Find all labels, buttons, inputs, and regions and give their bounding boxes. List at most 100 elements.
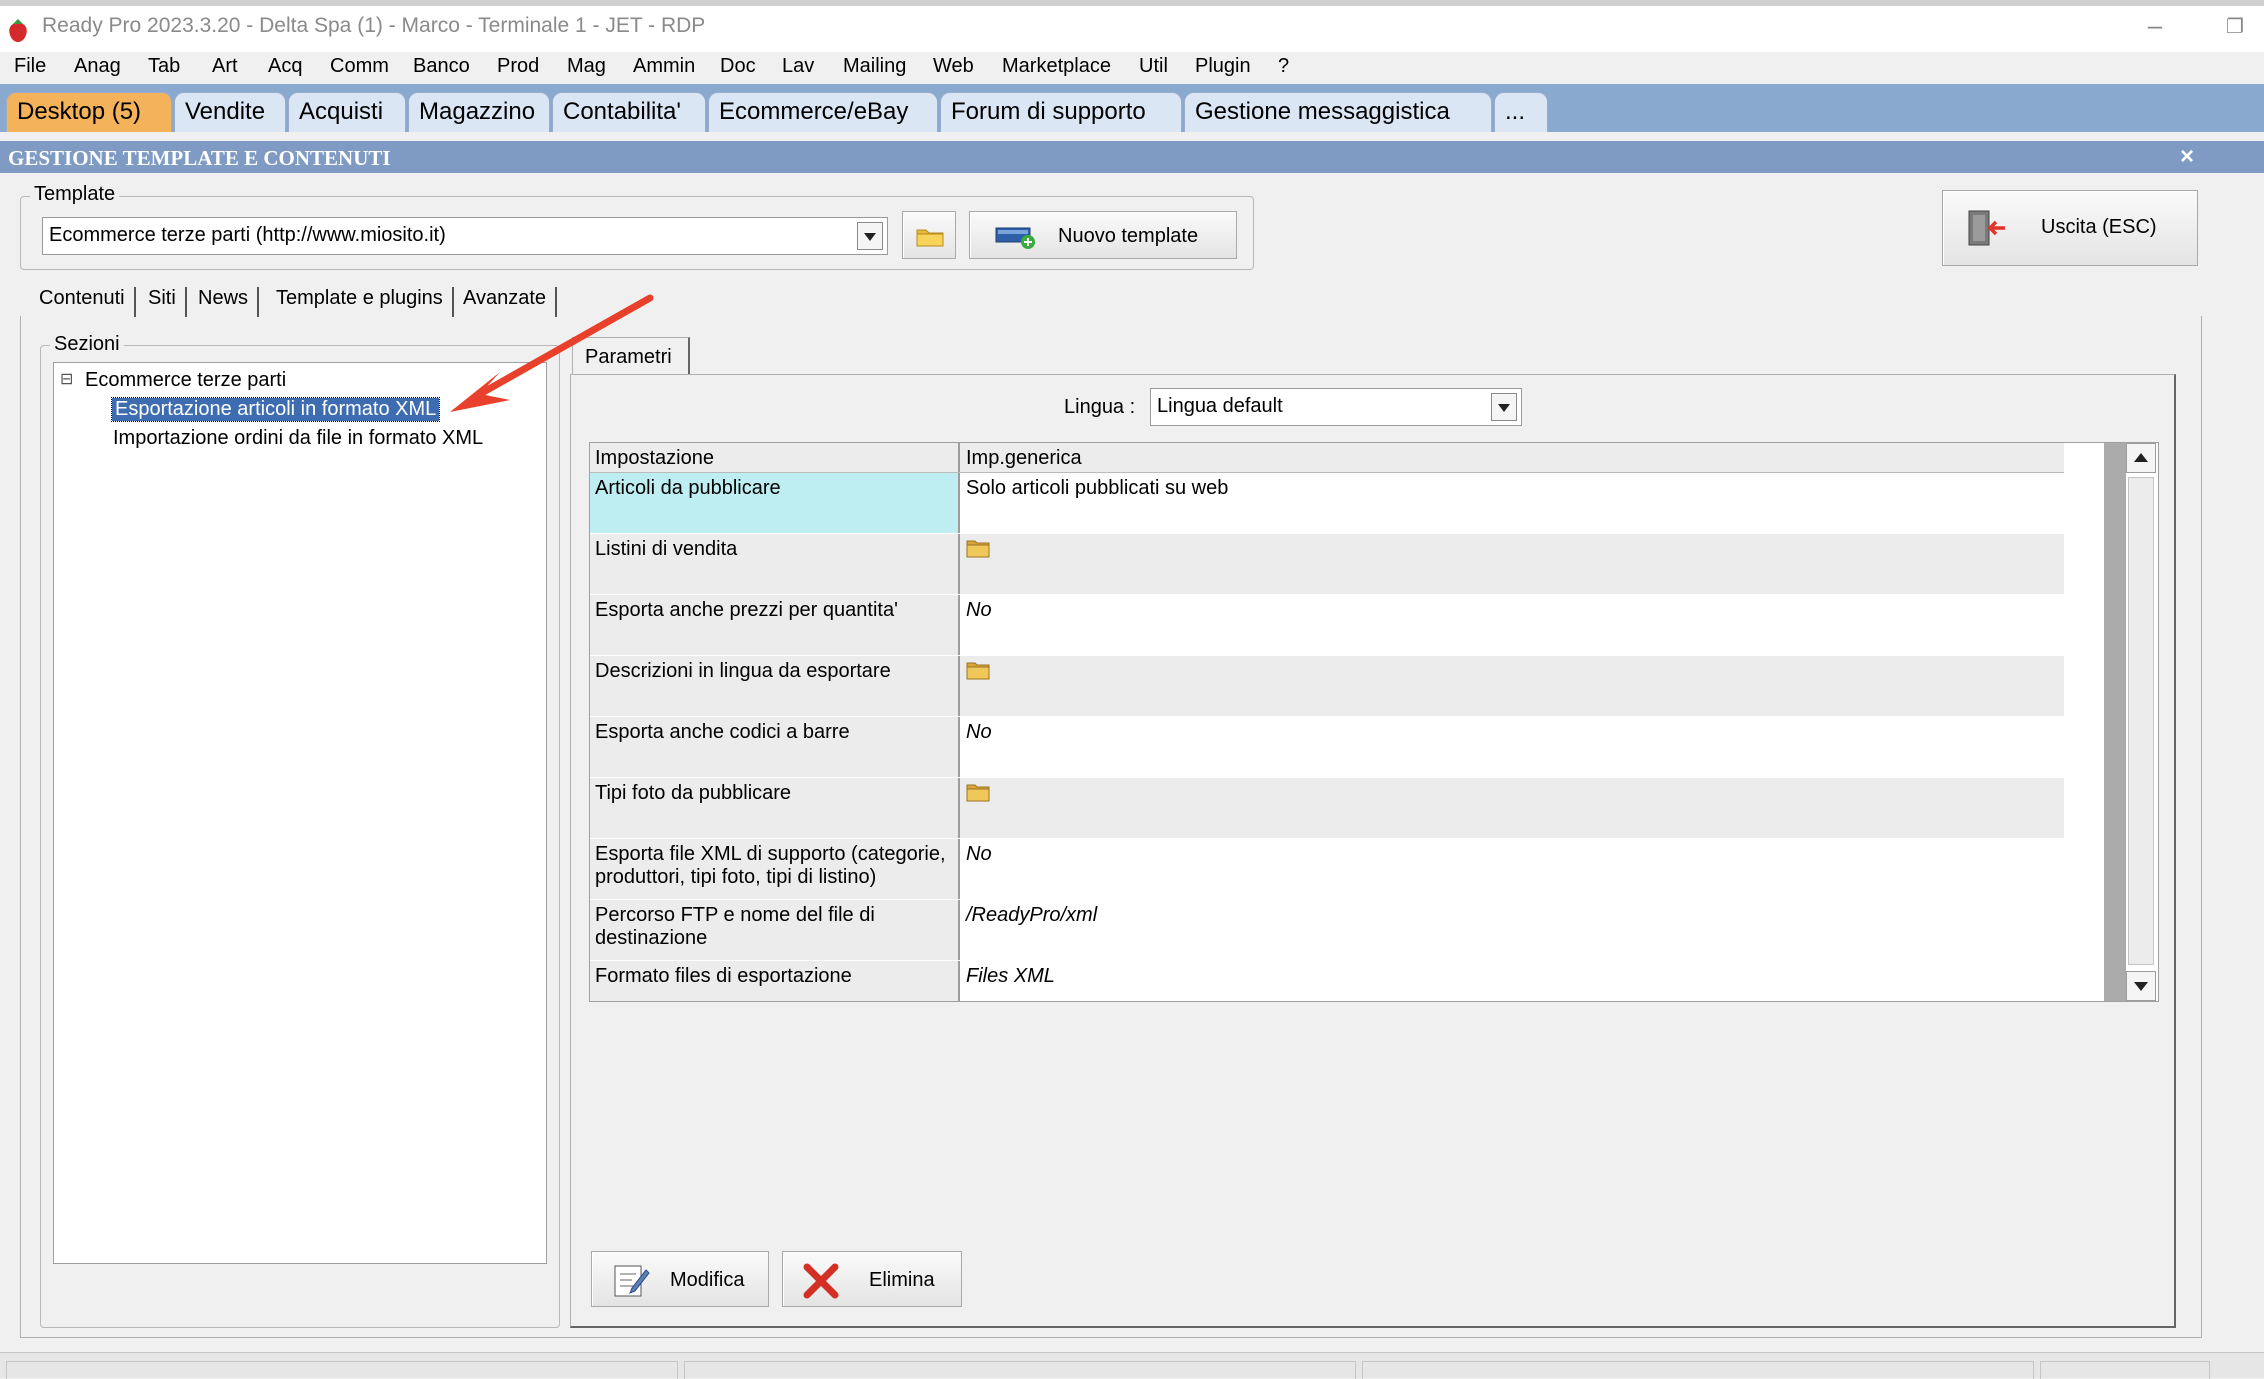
row-value[interactable] — [960, 656, 2064, 716]
table-row[interactable]: Formato files di esportazione Files XML — [590, 961, 2064, 1001]
annotation-arrow — [450, 294, 654, 412]
edit-icon — [614, 1265, 650, 1297]
tab-siti[interactable]: Siti — [148, 287, 187, 317]
language-select[interactable]: Lingua default — [1150, 388, 1522, 426]
status-panel — [684, 1361, 1356, 1379]
row-key: Listini di vendita — [590, 534, 960, 594]
menu-banco[interactable]: Banco — [413, 55, 470, 78]
language-label: Lingua : — [1064, 396, 1136, 418]
template-select-value: Ecommerce terze parti (http://www.miosit… — [49, 224, 446, 246]
exit-door-icon — [1968, 210, 2005, 246]
table-row[interactable]: Esporta anche prezzi per quantita' No — [590, 595, 2064, 655]
new-template-button[interactable]: Nuovo template — [969, 211, 1237, 259]
row-value[interactable]: No — [960, 717, 2064, 777]
close-icon[interactable]: × — [2180, 143, 2194, 171]
menu-marketplace[interactable]: Marketplace — [1002, 55, 1111, 78]
column-header-impostazione: Impostazione — [590, 443, 960, 472]
folder-icon[interactable] — [966, 538, 990, 558]
tree-item-importazione-ordini-xml[interactable]: Importazione ordini da file in formato X… — [113, 427, 483, 450]
open-folder-button[interactable] — [902, 211, 956, 259]
table-row[interactable]: Tipi foto da pubblicare — [590, 778, 2064, 838]
menu-web[interactable]: Web — [933, 55, 974, 78]
row-key: Descrizioni in lingua da esportare — [590, 656, 960, 716]
row-value[interactable]: No — [960, 839, 2064, 899]
folder-icon[interactable] — [966, 660, 990, 680]
row-value[interactable] — [960, 778, 2064, 838]
delete-label: Elimina — [869, 1269, 935, 1291]
row-key: Tipi foto da pubblicare — [590, 778, 960, 838]
grid-header: Impostazione Imp.generica — [590, 443, 2064, 473]
menu-acq[interactable]: Acq — [268, 55, 302, 78]
tab-vendite[interactable]: Vendite — [174, 92, 286, 132]
folder-icon — [916, 229, 944, 247]
vertical-scrollbar[interactable] — [2104, 443, 2158, 1001]
row-value[interactable] — [960, 534, 2064, 594]
column-header-imp-generica: Imp.generica — [960, 443, 2064, 472]
minimize-button[interactable]: – — [2138, 10, 2172, 40]
menu-mag[interactable]: Mag — [567, 55, 606, 78]
scroll-thumb[interactable] — [2128, 477, 2154, 965]
delete-x-icon — [803, 1263, 839, 1299]
table-row[interactable]: Listini di vendita — [590, 534, 2064, 594]
sections-tree: ⊟ Ecommerce terze parti Esportazione art… — [53, 362, 547, 1264]
tree-item-esportazione-articoli-xml[interactable]: Esportazione articoli in formato XML — [110, 397, 441, 422]
table-row[interactable]: Esporta file XML di supporto (categorie,… — [590, 839, 2064, 899]
row-value[interactable]: Files XML — [960, 961, 2064, 1001]
tab-news[interactable]: News — [198, 287, 260, 317]
menu-file[interactable]: File — [14, 55, 46, 78]
tab-ecommerce-ebay[interactable]: Ecommerce/eBay — [708, 92, 938, 132]
menu-mailing[interactable]: Mailing — [843, 55, 906, 78]
language-select-value: Lingua default — [1157, 395, 1283, 417]
row-key: Articoli da pubblicare — [590, 473, 960, 533]
tab-magazzino[interactable]: Magazzino — [408, 92, 550, 132]
menu-plugin[interactable]: Plugin — [1195, 55, 1251, 78]
menu-help[interactable]: ? — [1278, 55, 1289, 78]
menu-doc[interactable]: Doc — [720, 55, 756, 78]
tab-template-e-plugins[interactable]: Template e plugins — [276, 287, 454, 317]
menu-bar: File Anag Tab Art Acq Comm Banco Prod Ma… — [0, 52, 2264, 84]
tab-contenuti[interactable]: Contenuti — [39, 287, 136, 317]
scroll-down-icon[interactable] — [2126, 971, 2156, 1001]
title-bar: Ready Pro 2023.3.20 - Delta Spa (1) - Ma… — [0, 0, 2264, 52]
restore-button[interactable]: ❐ — [2218, 14, 2252, 44]
menu-art[interactable]: Art — [212, 55, 238, 78]
table-row[interactable]: Descrizioni in lingua da esportare — [590, 656, 2064, 716]
collapse-icon[interactable]: ⊟ — [60, 369, 73, 389]
edit-button[interactable]: Modifica — [591, 1251, 769, 1307]
template-select[interactable]: Ecommerce terze parti (http://www.miosit… — [42, 217, 888, 255]
exit-button[interactable]: Uscita (ESC) — [1942, 190, 2198, 266]
status-panel — [1362, 1361, 2034, 1379]
table-row[interactable]: Articoli da pubblicare Solo articoli pub… — [590, 473, 2064, 533]
tab-more[interactable]: ... — [1494, 92, 1548, 132]
table-row[interactable]: Esporta anche codici a barre No — [590, 717, 2064, 777]
menu-anag[interactable]: Anag — [74, 55, 121, 78]
exit-label: Uscita (ESC) — [2041, 216, 2157, 238]
row-value[interactable]: /ReadyPro/xml — [960, 900, 2064, 960]
parameters-grid: Impostazione Imp.generica Articoli da pu… — [589, 442, 2159, 1002]
row-key: Esporta file XML di supporto (categorie,… — [590, 839, 960, 899]
tree-root-ecommerce-terze-parti[interactable]: Ecommerce terze parti — [85, 369, 286, 392]
menu-ammin[interactable]: Ammin — [633, 55, 695, 78]
row-value[interactable]: Solo articoli pubblicati su web — [960, 473, 2064, 533]
panel-header: GESTIONE TEMPLATE E CONTENUTI × — [0, 141, 2264, 173]
table-row[interactable]: Percorso FTP e nome del file di destinaz… — [590, 900, 2064, 960]
tab-desktop[interactable]: Desktop (5) — [6, 92, 172, 132]
row-value[interactable]: No — [960, 595, 2064, 655]
tab-contabilita[interactable]: Contabilita' — [552, 92, 706, 132]
menu-lav[interactable]: Lav — [782, 55, 814, 78]
strawberry-app-icon — [9, 19, 27, 42]
sections-group-label: Sezioni — [50, 333, 124, 356]
chevron-down-icon[interactable] — [1491, 393, 1517, 421]
folder-icon[interactable] — [966, 782, 990, 802]
menu-util[interactable]: Util — [1139, 55, 1168, 78]
delete-button[interactable]: Elimina — [782, 1251, 962, 1307]
menu-prod[interactable]: Prod — [497, 55, 539, 78]
row-key: Percorso FTP e nome del file di destinaz… — [590, 900, 960, 960]
scroll-up-icon[interactable] — [2126, 443, 2156, 473]
menu-tab[interactable]: Tab — [148, 55, 180, 78]
tab-acquisti[interactable]: Acquisti — [288, 92, 406, 132]
chevron-down-icon[interactable] — [857, 222, 883, 250]
tab-gestione-messaggistica[interactable]: Gestione messaggistica — [1184, 92, 1492, 132]
menu-comm[interactable]: Comm — [330, 55, 389, 78]
tab-forum-di-supporto[interactable]: Forum di supporto — [940, 92, 1182, 132]
